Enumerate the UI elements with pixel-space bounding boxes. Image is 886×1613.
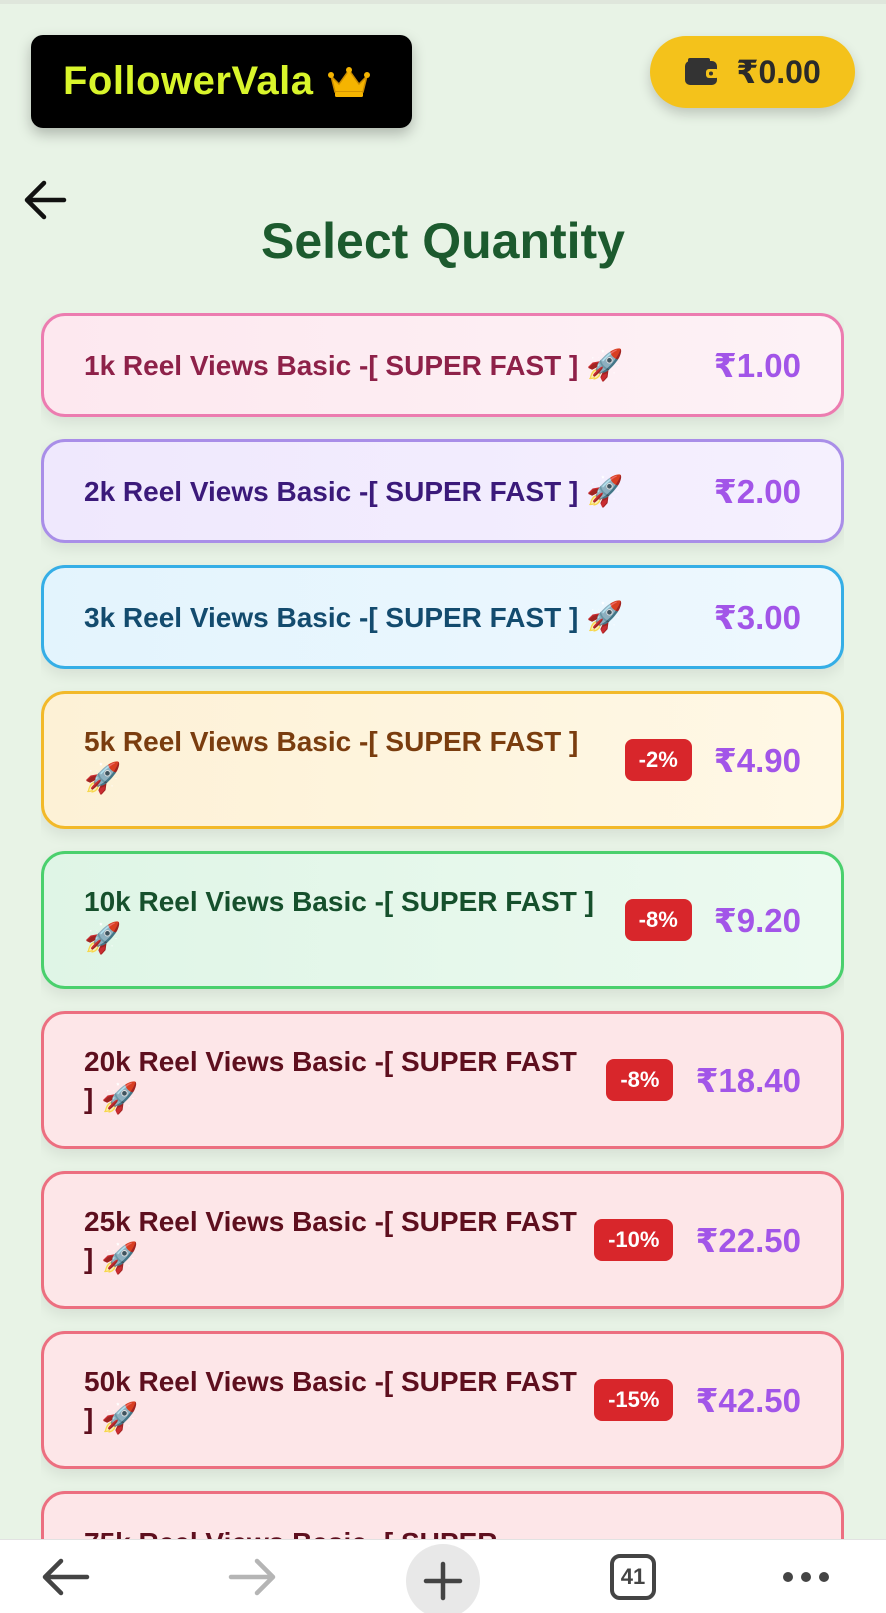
tab-count: 41 — [620, 1564, 646, 1589]
rocket-icon: 🚀 — [101, 1242, 139, 1275]
back-arrow-icon — [42, 1558, 90, 1596]
package-price: ₹1.00 — [713, 346, 801, 384]
rocket-icon: 🚀 — [101, 1402, 139, 1435]
browser-new-tab-button[interactable] — [405, 1540, 481, 1613]
wallet-balance-button[interactable]: ₹0.00 — [650, 36, 855, 108]
package-label: 1k Reel Views Basic -[ SUPER FAST ] — [84, 349, 579, 381]
page-title: Select Quantity — [261, 213, 625, 269]
package-label: 10k Reel Views Basic -[ SUPER FAST ] — [84, 886, 594, 917]
browser-menu-button[interactable] — [778, 1540, 834, 1613]
crown-icon — [327, 66, 370, 97]
browser-forward-button[interactable] — [218, 1540, 288, 1613]
rocket-icon: 🚀 — [84, 922, 122, 955]
package-price: ₹9.20 — [713, 901, 801, 939]
package-card-3k[interactable]: 3k Reel Views Basic -[ SUPER FAST ] 🚀 ₹3… — [41, 565, 844, 669]
more-icon — [783, 1572, 829, 1582]
brand-logo[interactable]: FollowerVala — [31, 35, 412, 128]
package-price: ₹3.00 — [713, 598, 801, 636]
package-label: 25k Reel Views Basic -[ SUPER FAST ] — [84, 1206, 577, 1274]
package-card-2k[interactable]: 2k Reel Views Basic -[ SUPER FAST ] 🚀 ₹2… — [41, 439, 844, 543]
package-label: 75k Reel Views Basic -[ SUPER — [84, 1527, 497, 1539]
package-card-25k[interactable]: 25k Reel Views Basic -[ SUPER FAST ] 🚀 -… — [41, 1171, 844, 1309]
discount-badge: -8% — [624, 899, 692, 941]
discount-badge: -10% — [594, 1219, 674, 1261]
package-label: 2k Reel Views Basic -[ SUPER FAST ] — [84, 475, 579, 507]
discount-badge: -15% — [594, 1379, 674, 1421]
discount-badge: -8% — [606, 1059, 674, 1101]
status-strip — [0, 0, 886, 4]
plus-icon — [423, 1561, 463, 1601]
rocket-icon: 🚀 — [586, 474, 624, 508]
forward-arrow-icon — [228, 1558, 276, 1596]
browser-back-button[interactable] — [30, 1540, 100, 1613]
rocket-icon: 🚀 — [84, 762, 122, 795]
package-label: 5k Reel Views Basic -[ SUPER FAST ] — [84, 726, 579, 757]
tabs-icon: 41 — [610, 1554, 656, 1600]
rocket-icon: 🚀 — [586, 600, 624, 634]
package-price: ₹4.90 — [713, 741, 801, 779]
browser-tabs-button[interactable]: 41 — [605, 1540, 661, 1613]
discount-badge: -2% — [624, 739, 692, 781]
package-price: ₹2.00 — [713, 472, 801, 510]
package-label: 3k Reel Views Basic -[ SUPER FAST ] — [84, 601, 579, 633]
package-price: ₹42.50 — [695, 1381, 801, 1419]
package-card-10k[interactable]: 10k Reel Views Basic -[ SUPER FAST ] 🚀 -… — [41, 851, 844, 989]
brand-name: FollowerVala — [63, 59, 314, 103]
wallet-amount: ₹0.00 — [736, 54, 821, 90]
rocket-icon: 🚀 — [586, 348, 624, 382]
package-card-50k[interactable]: 50k Reel Views Basic -[ SUPER FAST ] 🚀 -… — [41, 1331, 844, 1469]
browser-bottom-bar: 41 — [0, 1539, 886, 1613]
package-list: 1k Reel Views Basic -[ SUPER FAST ] 🚀 ₹1… — [41, 313, 844, 1539]
package-price: ₹22.50 — [695, 1221, 801, 1259]
package-card-1k[interactable]: 1k Reel Views Basic -[ SUPER FAST ] 🚀 ₹1… — [41, 313, 844, 417]
wallet-icon — [685, 58, 720, 85]
package-label: 20k Reel Views Basic -[ SUPER FAST ] — [84, 1046, 577, 1114]
package-card-75k[interactable]: 75k Reel Views Basic -[ SUPER — [41, 1491, 844, 1539]
package-label: 50k Reel Views Basic -[ SUPER FAST ] — [84, 1366, 577, 1434]
rocket-icon: 🚀 — [101, 1082, 139, 1115]
package-card-5k[interactable]: 5k Reel Views Basic -[ SUPER FAST ] 🚀 -2… — [41, 691, 844, 829]
package-price: ₹18.40 — [695, 1061, 801, 1099]
package-card-20k[interactable]: 20k Reel Views Basic -[ SUPER FAST ] 🚀 -… — [41, 1011, 844, 1149]
